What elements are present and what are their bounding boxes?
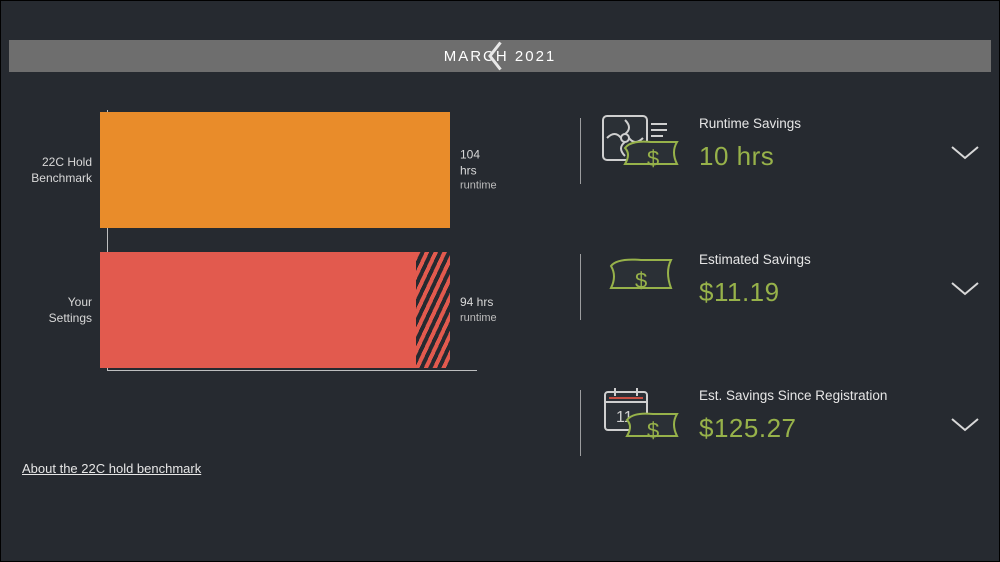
savings-hatched-region: [416, 252, 450, 368]
benchmark-label: 22C Hold Benchmark: [22, 154, 100, 186]
divider: [580, 390, 581, 456]
svg-text:$: $: [635, 268, 647, 293]
runtime-savings-label: Runtime Savings: [699, 116, 980, 131]
divider: [580, 254, 581, 320]
svg-text:$: $: [647, 418, 659, 443]
benchmark-row: 22C Hold Benchmark 104 hrs runtime: [22, 110, 562, 230]
dashboard-frame: MARCH 2021 22C Hold Benchmark 104 hrs ru…: [0, 0, 1000, 562]
estimated-savings-value: $11.19: [699, 277, 980, 308]
runtime-savings-row[interactable]: $ Runtime Savings 10 hrs: [580, 112, 980, 222]
total-savings-value: $125.27: [699, 413, 980, 444]
total-savings-row[interactable]: 11 $ Est. Savings Since Registration $12…: [580, 384, 980, 494]
svg-text:$: $: [647, 146, 659, 171]
dollar-bill-icon: $: [601, 250, 681, 316]
month-header-bar: MARCH 2021: [9, 40, 991, 72]
total-savings-label: Est. Savings Since Registration: [699, 388, 980, 403]
prev-month-button[interactable]: [484, 44, 508, 68]
estimated-savings-row[interactable]: $ Estimated Savings $11.19: [580, 248, 980, 358]
fan-dollar-icon: $: [601, 114, 681, 180]
chevron-down-icon[interactable]: [950, 416, 980, 434]
about-benchmark-link[interactable]: About the 22C hold benchmark: [22, 461, 201, 476]
your-settings-unit: runtime: [460, 311, 497, 325]
runtime-savings-value: 10 hrs: [699, 141, 980, 172]
estimated-savings-label: Estimated Savings: [699, 252, 980, 267]
benchmark-value: 104 hrs: [460, 147, 480, 177]
your-settings-value: 94 hrs: [460, 295, 493, 309]
x-axis-line: [107, 370, 477, 371]
benchmark-unit: runtime: [460, 178, 497, 192]
divider: [580, 118, 581, 184]
calendar-dollar-icon: 11 $: [601, 386, 681, 452]
runtime-bar-chart: 22C Hold Benchmark 104 hrs runtime Your …: [22, 110, 562, 380]
chevron-down-icon[interactable]: [950, 144, 980, 162]
your-settings-bar: 94 hrs runtime: [100, 252, 450, 368]
your-settings-label: Your Settings: [22, 294, 100, 326]
metrics-column: $ Runtime Savings 10 hrs $ Estimated Sav…: [580, 112, 980, 494]
benchmark-bar: 104 hrs runtime: [100, 112, 450, 228]
your-settings-row: Your Settings 94 hrs runtime: [22, 250, 562, 370]
chevron-down-icon[interactable]: [950, 280, 980, 298]
